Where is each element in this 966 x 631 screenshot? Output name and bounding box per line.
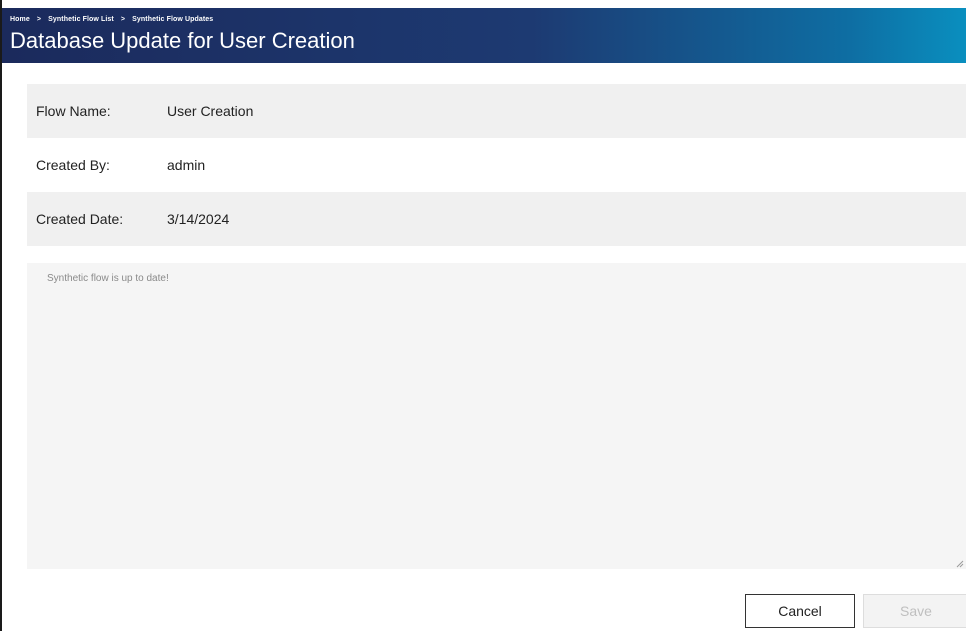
breadcrumb-synthetic-flow-updates: Synthetic Flow Updates (132, 16, 214, 23)
flow-details: Flow Name: User Creation Created By: adm… (27, 84, 966, 246)
created-by-label: Created By: (36, 157, 110, 173)
created-date-row: Created Date: 3/14/2024 (27, 192, 966, 246)
flow-name-value: User Creation (167, 103, 254, 119)
created-by-value: admin (167, 157, 206, 173)
created-date-value: 3/14/2024 (167, 211, 230, 227)
page-title: Database Update for User Creation (10, 28, 355, 53)
flow-name-row: Flow Name: User Creation (27, 84, 966, 138)
save-button[interactable]: Save (863, 594, 966, 628)
breadcrumb-separator: > (120, 16, 126, 23)
dialog-frame: Home > Synthetic Flow List > Synthetic F… (0, 0, 966, 631)
breadcrumb: Home > Synthetic Flow List > Synthetic F… (10, 16, 213, 23)
resize-grip-icon[interactable] (956, 560, 964, 568)
page-header: Home > Synthetic Flow List > Synthetic F… (2, 8, 966, 63)
created-by-row: Created By: admin (27, 138, 966, 192)
created-date-label: Created Date: (36, 211, 124, 227)
breadcrumb-synthetic-flow-list[interactable]: Synthetic Flow List (48, 16, 114, 23)
update-notes-textarea[interactable] (27, 263, 966, 569)
breadcrumb-separator: > (36, 16, 42, 23)
flow-name-label: Flow Name: (36, 103, 111, 119)
cancel-button[interactable]: Cancel (745, 594, 855, 628)
breadcrumb-home[interactable]: Home (10, 16, 30, 23)
